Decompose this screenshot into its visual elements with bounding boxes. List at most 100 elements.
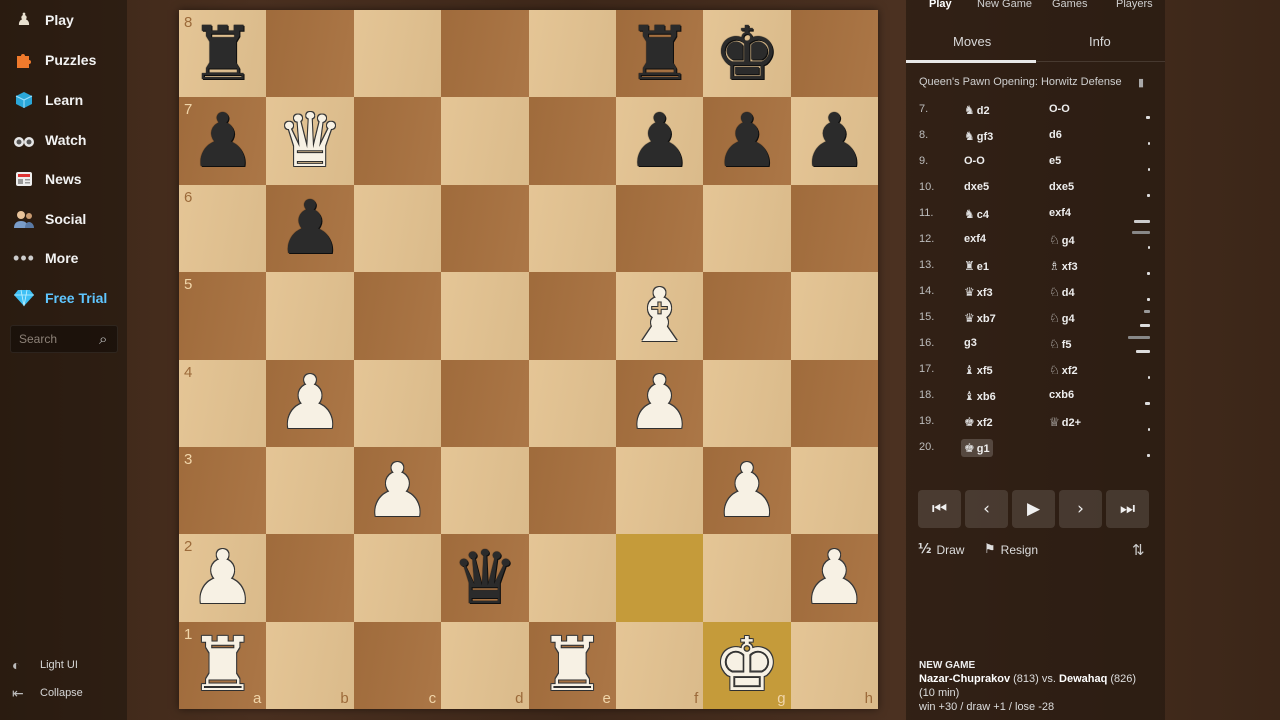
square-e6[interactable] [528,184,616,273]
search-icon[interactable]: ⌕ [99,331,107,348]
square-h5[interactable] [790,272,878,360]
white-move[interactable]: ♛ xb7 [961,309,999,327]
square-a7[interactable]: 7 ♟ [179,97,267,185]
square-b5[interactable] [266,272,354,360]
white-bishop-icon[interactable]: ♝ [626,279,692,353]
square-e3[interactable] [528,446,616,535]
square-f5[interactable]: ♝ [615,272,704,360]
square-c2[interactable] [353,534,442,622]
square-g6[interactable] [703,184,791,273]
white-move[interactable]: ♞ gf3 [961,127,996,145]
black-move[interactable]: O-O [1046,101,1073,117]
previous-move-button[interactable]: ‹ [965,490,1008,528]
black-pawn-icon[interactable]: ♟ [277,191,343,265]
search-input[interactable] [19,332,95,346]
square-b6[interactable]: ♟ [266,184,354,273]
black-player[interactable]: Dewahaq [1059,673,1107,685]
square-b4[interactable]: ♟ [266,359,354,447]
square-c1[interactable]: c [353,621,442,709]
black-pawn-icon[interactable]: ♟ [801,104,867,178]
square-f8[interactable]: ♜ [615,10,704,98]
square-c5[interactable] [353,272,442,360]
white-move[interactable]: ♞ d2 [961,101,993,119]
white-move[interactable]: dxe5 [961,179,992,195]
white-move[interactable]: ♚ xf2 [961,413,996,431]
black-move[interactable]: ♘ g4 [1046,309,1078,327]
search-box[interactable]: ⌕ [10,325,118,353]
square-g7[interactable]: ♟ [703,97,791,185]
tab-moves[interactable]: Moves [953,34,991,49]
square-f6[interactable] [615,184,704,273]
square-f1[interactable]: f [615,621,704,709]
square-c7[interactable] [353,97,442,185]
square-a1[interactable]: 1 a ♜ [179,621,267,709]
book-icon[interactable]: ▮ [1138,76,1144,89]
white-move[interactable]: ♞ c4 [961,205,992,223]
white-move[interactable]: exf4 [961,231,989,247]
nav-more[interactable]: ••• More [0,240,127,276]
square-d6[interactable] [441,184,529,273]
white-rook-icon[interactable]: ♜ [190,628,256,702]
nav-free-trial[interactable]: Free Trial [0,280,127,316]
nav-social[interactable]: Social [0,201,127,237]
square-d8[interactable] [441,10,529,98]
square-d4[interactable] [441,359,529,447]
black-move[interactable]: e5 [1046,153,1064,169]
square-f3[interactable] [615,446,704,535]
white-king-icon[interactable]: ♚ [714,628,780,702]
tab-info[interactable]: Info [1089,34,1111,49]
first-move-button[interactable]: ⏮ [918,490,961,528]
white-move[interactable]: ♝ xb6 [961,387,999,405]
black-pawn-icon[interactable]: ♟ [714,104,780,178]
square-a4[interactable]: 4 [179,359,267,447]
white-move[interactable]: O-O [961,153,988,169]
black-move[interactable]: ♘ g4 [1046,231,1078,249]
square-h8[interactable] [790,10,878,98]
square-e5[interactable] [528,272,616,360]
black-move[interactable]: d6 [1046,127,1065,143]
square-d1[interactable]: d [441,621,529,709]
white-move[interactable]: ♝ xf5 [961,361,996,379]
last-move-button[interactable]: ⏭ [1106,490,1149,528]
square-b1[interactable]: b [266,621,354,709]
draw-button[interactable]: ½ Draw [918,542,964,557]
white-move[interactable]: ♜ e1 [961,257,992,275]
square-g3[interactable]: ♟ [703,446,791,535]
square-h2[interactable]: ♟ [790,534,878,622]
square-g4[interactable] [703,359,791,447]
black-queen-icon[interactable]: ♛ [452,541,518,615]
move-list[interactable]: 7. ♞ d2 O-O 8. ♞ gf3 d6 9. O-O e5 10. dxe5 dxe5 11. ♞ c4… [906,96,1165,466]
tab-games[interactable]: Games [1052,0,1087,10]
white-move[interactable]: g3 [961,335,980,351]
square-f4[interactable]: ♟ [615,359,704,447]
square-e8[interactable] [528,10,616,98]
square-a3[interactable]: 3 [179,446,267,535]
square-c4[interactable] [353,359,442,447]
nav-news[interactable]: News [0,161,127,197]
light-ui-toggle[interactable]: ◐ Light UI [12,655,78,675]
white-player[interactable]: Nazar-Chuprakov [919,673,1010,685]
square-f7[interactable]: ♟ [615,97,704,185]
black-rook-icon[interactable]: ♜ [626,17,692,91]
chess-board[interactable]: 8 ♜ ♜ ♚ 7 ♟ ♛ ♟ ♟ ♟ 6 ♟ 5 ♝ 4 ♟ ♟ 3 ♟ ♟ 2 ♟ ♛ ♟ 1 a ♜ b c d e ♜ f g ♚ h [179,10,878,709]
black-rook-icon[interactable]: ♜ [190,17,256,91]
square-h7[interactable]: ♟ [790,97,878,185]
square-b2[interactable] [266,534,354,622]
square-a2[interactable]: 2 ♟ [179,534,267,622]
square-g8[interactable]: ♚ [703,10,791,98]
white-pawn-icon[interactable]: ♟ [364,454,430,528]
square-c8[interactable] [353,10,442,98]
square-d2[interactable]: ♛ [441,534,529,622]
white-rook-icon[interactable]: ♜ [539,628,605,702]
black-move[interactable]: ♘ f5 [1046,335,1075,353]
tab-play[interactable]: Play [929,0,952,10]
white-pawn-icon[interactable]: ♟ [714,454,780,528]
flip-board-icon[interactable]: ⇅ [1132,541,1145,559]
square-f2[interactable] [615,534,704,622]
square-d3[interactable] [441,446,529,535]
square-a5[interactable]: 5 [179,272,267,360]
nav-play[interactable]: ♟ Play [0,2,127,38]
black-move[interactable]: ♘ d4 [1046,283,1078,301]
square-d5[interactable] [441,272,529,360]
white-move[interactable]: ♚ g1 [961,439,993,457]
